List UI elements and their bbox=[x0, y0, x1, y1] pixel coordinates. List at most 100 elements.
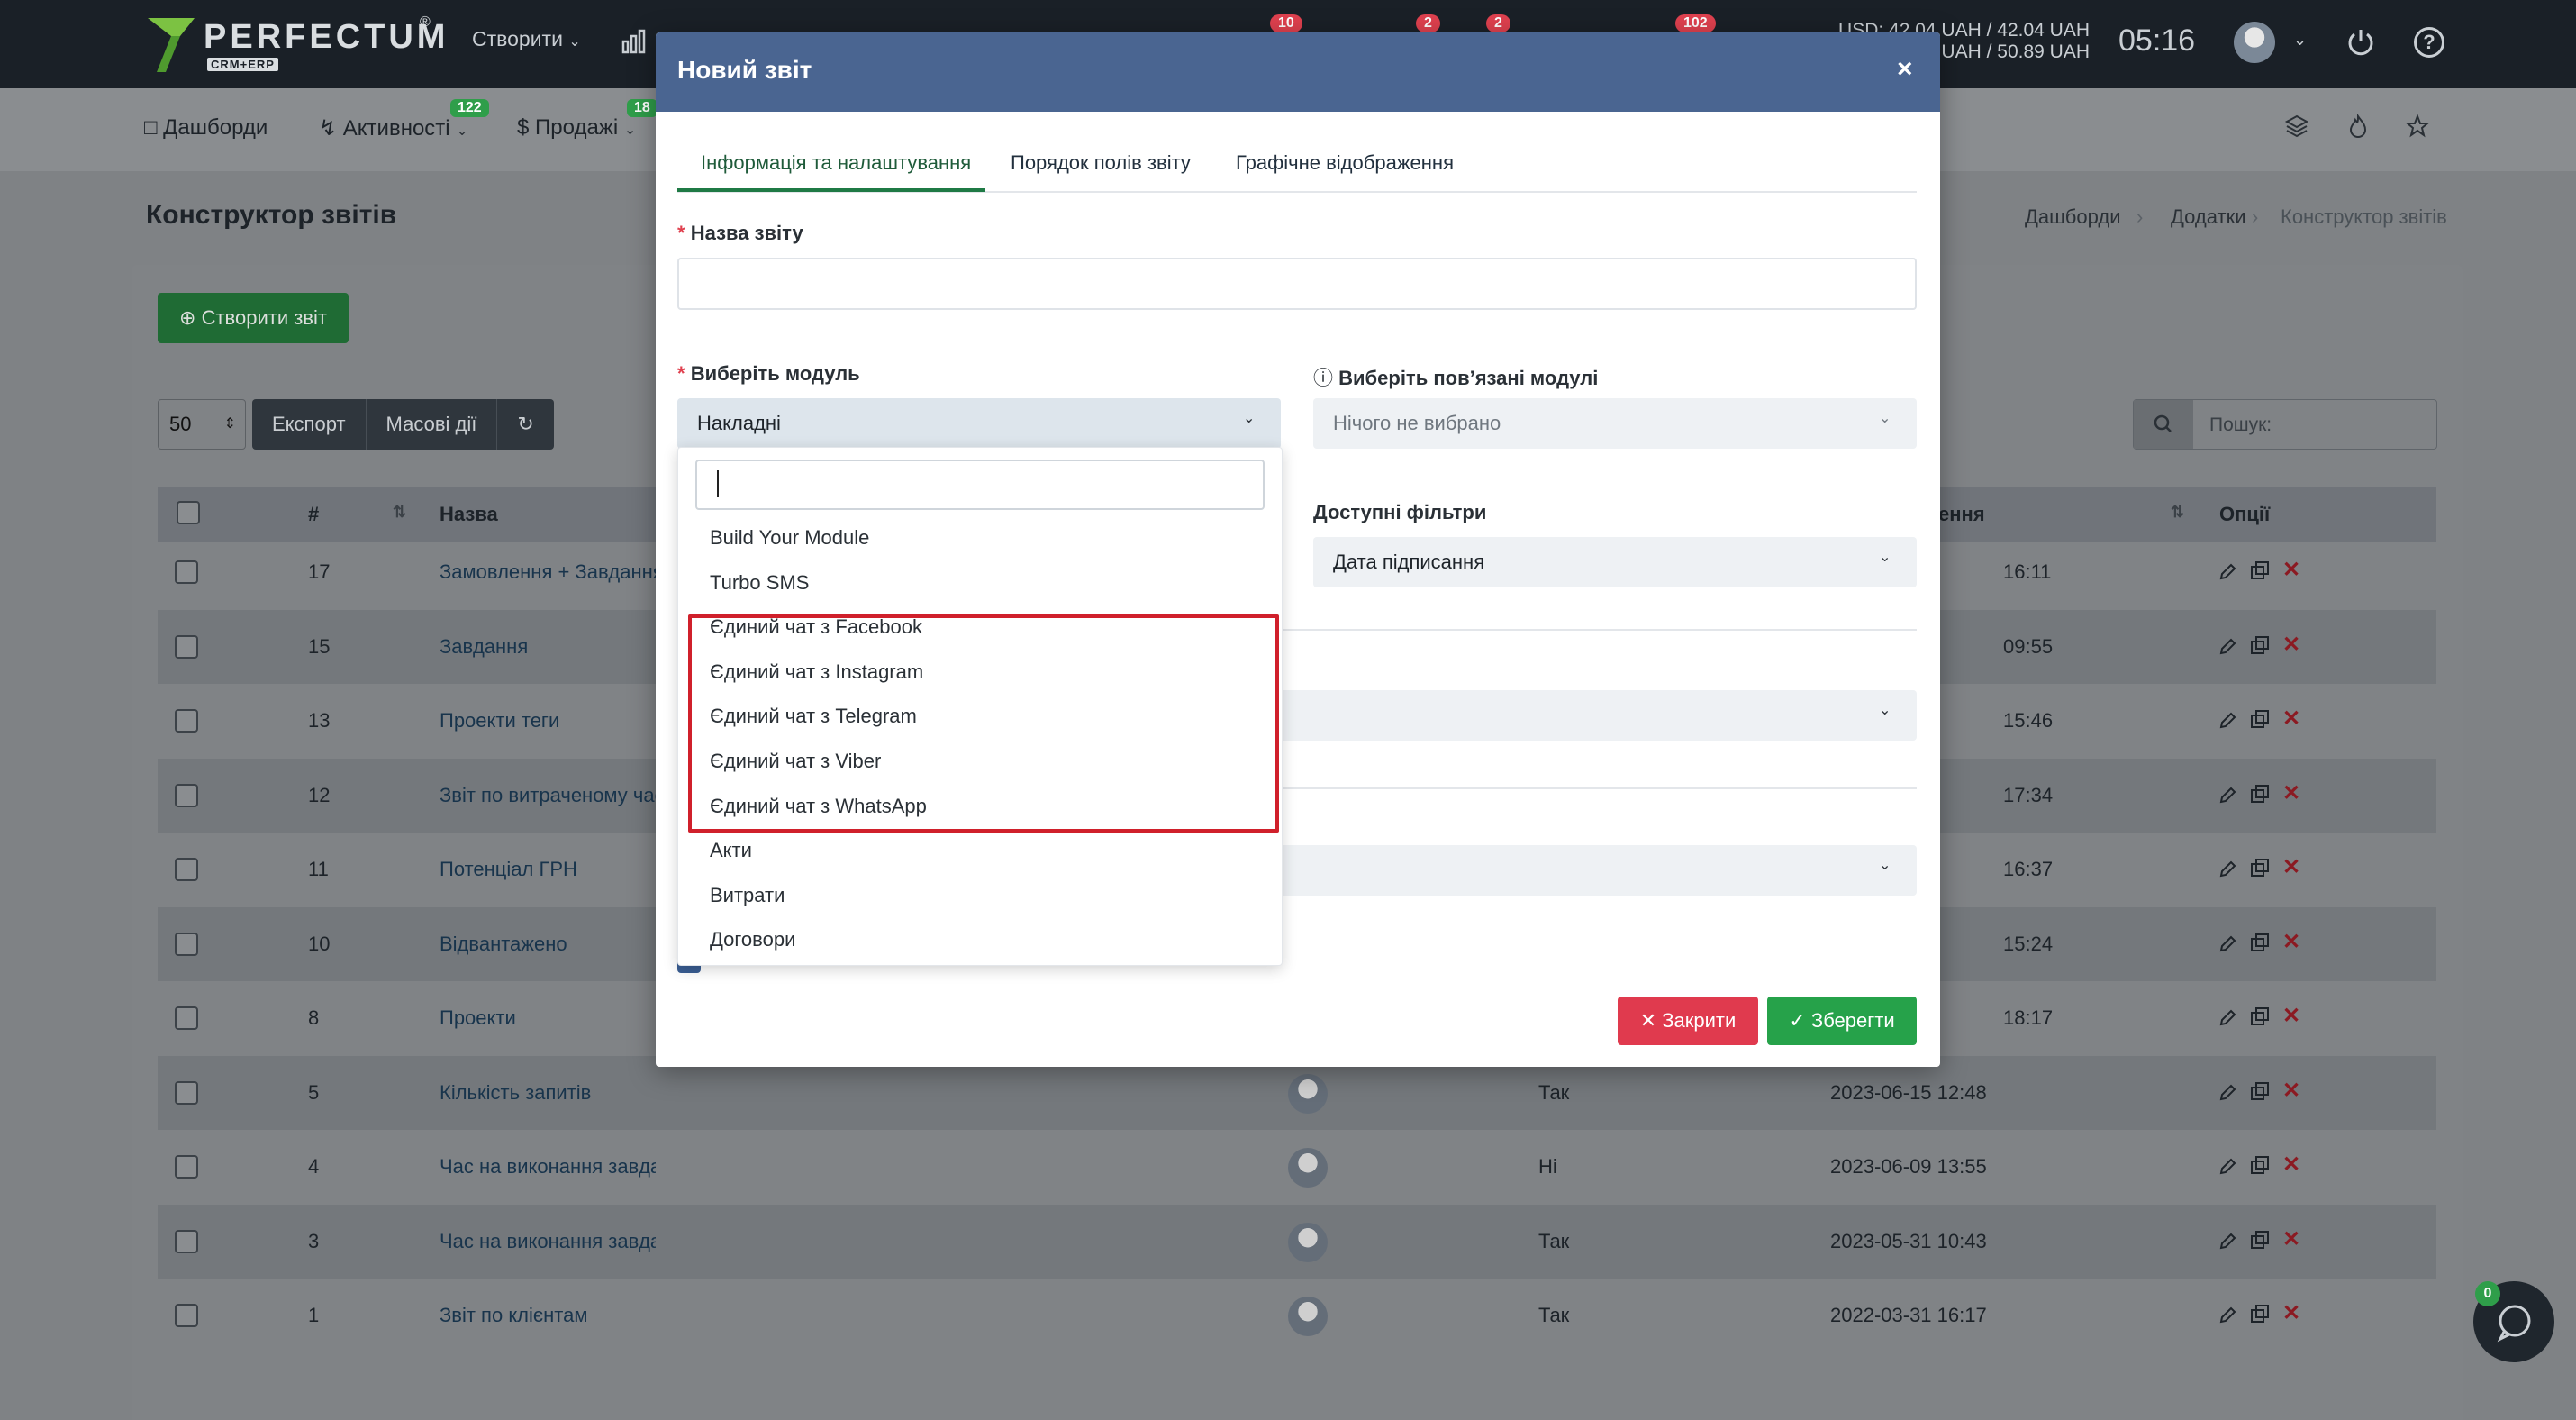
row-checkbox[interactable] bbox=[175, 1081, 198, 1105]
delete-icon[interactable]: ✕ bbox=[2282, 780, 2300, 806]
flame-icon[interactable] bbox=[2345, 114, 2371, 139]
close-icon[interactable]: × bbox=[1897, 54, 1913, 85]
edit-icon[interactable] bbox=[2218, 1008, 2237, 1028]
edit-icon[interactable] bbox=[2218, 934, 2237, 954]
sort-icon[interactable]: ⇅ bbox=[393, 503, 406, 522]
layers-icon[interactable] bbox=[2284, 114, 2309, 139]
help-icon[interactable]: ? bbox=[2414, 27, 2444, 58]
edit-icon[interactable] bbox=[2218, 1306, 2237, 1325]
row-checkbox[interactable] bbox=[175, 635, 198, 659]
report-name-link[interactable]: Час на виконання завдання bbox=[440, 1155, 656, 1179]
nav-item-sales[interactable]: $ Продажі ⌄ bbox=[517, 115, 636, 141]
user-avatar[interactable] bbox=[2234, 22, 2275, 63]
copy-icon[interactable] bbox=[2250, 1081, 2270, 1101]
report-name-link[interactable]: Замовлення + Завдання bbox=[440, 560, 656, 584]
delete-icon[interactable]: ✕ bbox=[2282, 929, 2300, 955]
copy-icon[interactable] bbox=[2250, 858, 2270, 878]
delete-icon[interactable]: ✕ bbox=[2282, 557, 2300, 583]
copy-icon[interactable] bbox=[2250, 635, 2270, 655]
row-checkbox[interactable] bbox=[175, 933, 198, 956]
report-name-link[interactable]: Потенціал ГРН bbox=[440, 858, 577, 881]
dropdown-option[interactable]: Договори bbox=[710, 928, 795, 951]
sort-icon[interactable]: ⇅ bbox=[2171, 503, 2184, 522]
edit-icon[interactable] bbox=[2218, 1083, 2237, 1103]
dropdown-option[interactable]: Turbo SMS bbox=[710, 571, 809, 595]
notification-badge[interactable]: 2 bbox=[1486, 14, 1510, 32]
row-checkbox[interactable] bbox=[175, 1304, 198, 1327]
copy-icon[interactable] bbox=[2250, 1304, 2270, 1324]
setting-select[interactable]: ⌄ bbox=[1279, 845, 1917, 896]
report-name-link[interactable]: Звіт по клієнтам bbox=[440, 1304, 587, 1327]
column-header-name[interactable]: Назва bbox=[440, 503, 498, 526]
create-menu[interactable]: Створити ⌄ bbox=[472, 27, 581, 51]
close-button[interactable]: ✕ Закрити bbox=[1618, 997, 1758, 1045]
delete-icon[interactable]: ✕ bbox=[2282, 1151, 2300, 1178]
copy-icon[interactable] bbox=[2250, 1155, 2270, 1175]
brand-logo[interactable]: PERFECTUM ® CRM+ERP bbox=[144, 13, 445, 76]
per-page-select[interactable]: 50 ⇕ bbox=[158, 399, 246, 450]
edit-icon[interactable] bbox=[2218, 711, 2237, 731]
report-name-link[interactable]: Час на виконання завдання bbox=[440, 1230, 656, 1253]
row-checkbox[interactable] bbox=[175, 709, 198, 733]
edit-icon[interactable] bbox=[2218, 860, 2237, 879]
dropdown-option[interactable]: Build Your Module bbox=[710, 526, 869, 550]
copy-icon[interactable] bbox=[2250, 1006, 2270, 1026]
chevron-down-icon[interactable]: ⌄ bbox=[2293, 31, 2307, 50]
export-button[interactable]: Експорт bbox=[252, 399, 367, 450]
report-name-input[interactable] bbox=[677, 258, 1917, 310]
row-checkbox[interactable] bbox=[175, 784, 198, 807]
delete-icon[interactable]: ✕ bbox=[2282, 1078, 2300, 1104]
copy-icon[interactable] bbox=[2250, 1230, 2270, 1250]
tab-graphical-view[interactable]: Графічне відображення bbox=[1236, 151, 1454, 175]
tab-info-settings[interactable]: Інформація та налаштування bbox=[701, 151, 971, 175]
delete-icon[interactable]: ✕ bbox=[2282, 1300, 2300, 1326]
report-name-link[interactable]: Відвантажено bbox=[440, 933, 567, 956]
edit-icon[interactable] bbox=[2218, 637, 2237, 657]
row-checkbox[interactable] bbox=[175, 1230, 198, 1253]
notification-badge[interactable]: 10 bbox=[1270, 14, 1302, 32]
row-checkbox[interactable] bbox=[175, 858, 198, 881]
refresh-icon[interactable]: ↻ bbox=[497, 399, 553, 450]
report-name-link[interactable]: Звіт по витраченому час bbox=[440, 784, 656, 807]
dropdown-option[interactable]: Витрати bbox=[710, 884, 785, 907]
related-modules-select[interactable]: Нічого не вибрано ⌄ bbox=[1313, 398, 1917, 449]
delete-icon[interactable]: ✕ bbox=[2282, 1226, 2300, 1252]
copy-icon[interactable] bbox=[2250, 933, 2270, 952]
create-report-button[interactable]: ⊕ Створити звіт bbox=[158, 293, 349, 343]
row-checkbox[interactable] bbox=[175, 1006, 198, 1030]
setting-select[interactable]: ⌄ bbox=[1279, 690, 1917, 741]
row-checkbox[interactable] bbox=[175, 1155, 198, 1179]
edit-icon[interactable] bbox=[2218, 562, 2237, 582]
save-button[interactable]: ✓ Зберегти bbox=[1767, 997, 1917, 1045]
tab-fields-order[interactable]: Порядок полів звіту bbox=[1011, 151, 1191, 175]
breadcrumb-addons[interactable]: Додатки bbox=[2171, 205, 2245, 229]
power-icon[interactable] bbox=[2345, 27, 2376, 58]
star-icon[interactable] bbox=[2405, 114, 2430, 139]
copy-icon[interactable] bbox=[2250, 784, 2270, 804]
edit-icon[interactable] bbox=[2218, 1157, 2237, 1177]
report-name-link[interactable]: Проекти теги bbox=[440, 709, 559, 733]
bulk-actions-button[interactable]: Масові дії bbox=[367, 399, 498, 450]
report-name-link[interactable]: Кількість запитів bbox=[440, 1081, 591, 1105]
notification-badge[interactable]: 102 bbox=[1675, 14, 1716, 32]
dropdown-search-input[interactable] bbox=[695, 460, 1265, 510]
edit-icon[interactable] bbox=[2218, 1232, 2237, 1252]
delete-icon[interactable]: ✕ bbox=[2282, 705, 2300, 732]
nav-item-dashboards[interactable]: □ Дашборди bbox=[144, 115, 268, 141]
edit-icon[interactable] bbox=[2218, 786, 2237, 806]
delete-icon[interactable]: ✕ bbox=[2282, 854, 2300, 880]
module-select[interactable]: Накладні ⌄ bbox=[677, 398, 1281, 449]
table-search[interactable]: Пошук: bbox=[2133, 399, 2437, 450]
delete-icon[interactable]: ✕ bbox=[2282, 632, 2300, 658]
report-name-link[interactable]: Завдання bbox=[440, 635, 528, 659]
column-header-num[interactable]: # bbox=[308, 503, 319, 526]
copy-icon[interactable] bbox=[2250, 709, 2270, 729]
row-checkbox[interactable] bbox=[175, 560, 198, 584]
filters-select[interactable]: Дата підписання ⌄ bbox=[1313, 537, 1917, 587]
delete-icon[interactable]: ✕ bbox=[2282, 1003, 2300, 1029]
notification-badge[interactable]: 2 bbox=[1416, 14, 1440, 32]
bar-chart-icon[interactable] bbox=[621, 29, 649, 54]
copy-icon[interactable] bbox=[2250, 560, 2270, 580]
dropdown-option[interactable]: Акти bbox=[710, 839, 752, 862]
select-all-checkbox[interactable] bbox=[177, 501, 200, 524]
